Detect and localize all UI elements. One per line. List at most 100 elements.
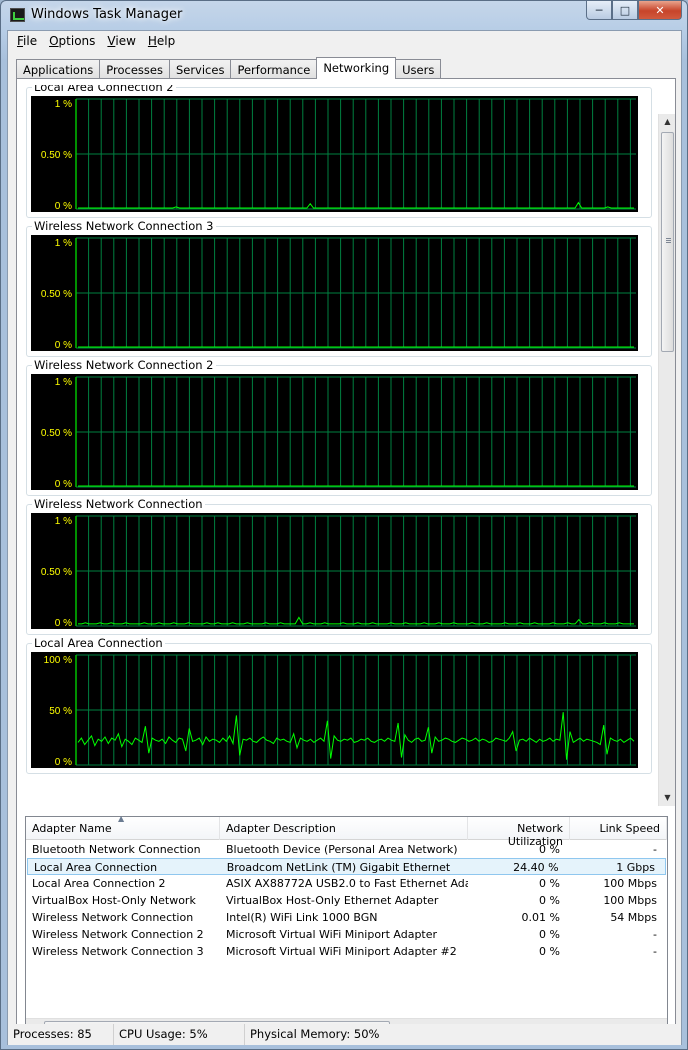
graph-canvas: 1 % 0.50 % 0 % <box>31 513 638 629</box>
cell-name: Wireless Network Connection 3 <box>32 945 204 958</box>
graphs-scroll-thumb[interactable] <box>661 132 674 352</box>
y-tick-label: 1 % <box>55 516 72 527</box>
network-graph-group: Wireless Network Connection 1 % 0.50 % 0 % <box>26 497 652 635</box>
y-tick-label: 0 % <box>55 201 72 212</box>
tab-processes[interactable]: Processes <box>99 59 170 79</box>
network-utilization-chart: 1 % 0.50 % 0 % <box>41 98 636 212</box>
y-tick-label: 100 % <box>44 655 72 666</box>
network-graph-group: Wireless Network Connection 2 1 % 0.50 % 0 … <box>26 358 652 496</box>
utilization-series-line <box>77 712 635 760</box>
minimize-icon: ─ <box>595 3 603 17</box>
cell-description: Microsoft Virtual WiFi Miniport Adapter <box>226 928 438 941</box>
cell-name: Wireless Network Connection <box>32 911 194 924</box>
y-tick-label: 50 % <box>49 706 72 717</box>
cell-name: Bluetooth Network Connection <box>32 843 201 856</box>
cell-name: Wireless Network Connection 2 <box>32 928 204 941</box>
y-tick-label: 0.50 % <box>41 289 72 300</box>
table-row[interactable]: VirtualBox Host-Only Network VirtualBox H… <box>26 892 667 909</box>
tab-strip: Applications Processes Services Performa… <box>16 57 442 79</box>
column-link-speed[interactable]: Link Speed <box>570 817 667 840</box>
scroll-up-arrow-icon[interactable]: ▲ <box>659 114 676 130</box>
menu-view[interactable]: View <box>101 31 141 52</box>
graph-title: Local Area Connection 2 <box>32 85 176 94</box>
network-utilization-chart: 1 % 0.50 % 0 % <box>41 237 636 351</box>
sort-ascending-icon: ▲ <box>118 814 125 823</box>
menu-accelerator: O <box>49 34 59 48</box>
column-network-utilization[interactable]: Network Utilization <box>468 817 570 848</box>
cell-description: Intel(R) WiFi Link 1000 BGN <box>226 911 378 924</box>
minimize-button[interactable]: ─ <box>586 1 612 20</box>
menu-help[interactable]: Help <box>142 31 181 52</box>
grip-line <box>666 242 671 243</box>
maximize-icon: □ <box>619 3 631 17</box>
y-tick-label: 0 % <box>55 618 72 629</box>
cell-utilization: 24.40 % <box>513 861 559 874</box>
menu-bar: File Options View Help <box>8 31 681 52</box>
graph-canvas: 1 % 0.50 % 0 % <box>31 235 638 351</box>
status-processes: Processes: 85 <box>8 1024 114 1045</box>
cell-speed: 54 Mbps <box>610 911 657 924</box>
tab-services[interactable]: Services <box>168 59 232 79</box>
menu-file[interactable]: File <box>11 31 43 52</box>
column-adapter-name[interactable]: ▲ Adapter Name <box>26 814 220 840</box>
cell-speed: - <box>653 928 657 941</box>
menu-label: ptions <box>58 34 96 48</box>
utilization-series-line <box>78 201 634 209</box>
menu-label: iew <box>115 34 136 48</box>
y-tick-label: 0 % <box>55 479 72 490</box>
cell-utilization: 0 % <box>539 945 560 958</box>
close-button[interactable]: ✕ <box>638 1 682 20</box>
utilization-series-line <box>78 616 634 625</box>
column-label: Link Speed <box>599 822 660 835</box>
tab-users[interactable]: Users <box>395 59 442 79</box>
graph-title: Wireless Network Connection 2 <box>32 358 216 372</box>
y-tick-label: 0 % <box>55 340 72 351</box>
graph-title: Wireless Network Connection <box>32 497 205 511</box>
status-bar: Processes: 85 CPU Usage: 5% Physical Mem… <box>8 1024 681 1045</box>
tab-applications[interactable]: Applications <box>16 59 101 79</box>
network-graph-group: Local Area Connection 100 % 50 % 0 % <box>26 636 652 774</box>
table-row[interactable]: Local Area Connection Broadcom NetLink (T… <box>27 858 666 875</box>
cell-name: Local Area Connection 2 <box>32 877 166 890</box>
scroll-down-arrow-icon[interactable]: ▼ <box>659 790 676 806</box>
y-tick-label: 1 % <box>55 238 72 249</box>
title-bar[interactable]: Windows Task Manager ─ □ ✕ <box>1 1 687 29</box>
graph-title: Wireless Network Connection 3 <box>32 219 216 233</box>
tab-performance[interactable]: Performance <box>230 59 318 79</box>
menu-options[interactable]: Options <box>43 31 101 52</box>
graph-title: Local Area Connection <box>32 636 165 650</box>
cell-speed: 1 Gbps <box>616 861 655 874</box>
graphs-vertical-scrollbar[interactable]: ▲ ▼ <box>658 114 675 806</box>
y-tick-label: 1 % <box>55 377 72 388</box>
network-utilization-chart: 1 % 0.50 % 0 % <box>41 515 636 629</box>
column-label: Adapter Name <box>32 822 112 835</box>
adapter-list: ▲ Adapter Name Adapter Description Netwo… <box>25 814 668 1036</box>
maximize-button[interactable]: □ <box>612 1 638 20</box>
network-utilization-chart: 100 % 50 % 0 % <box>44 654 636 768</box>
table-row[interactable]: Wireless Network Connection 3 Microsoft V… <box>26 943 667 960</box>
cell-utilization: 0 % <box>539 928 560 941</box>
table-row[interactable]: Wireless Network Connection 2 Microsoft V… <box>26 926 667 943</box>
status-physical-memory: Physical Memory: 50% <box>250 1027 380 1041</box>
adapter-rows: Bluetooth Network Connection Bluetooth De… <box>26 841 667 960</box>
menu-label: ile <box>23 34 38 48</box>
table-row[interactable]: Local Area Connection 2 ASIX AX88772A USB… <box>26 875 667 892</box>
adapter-list-header: ▲ Adapter Name Adapter Description Netwo… <box>26 814 667 848</box>
column-adapter-description[interactable]: Adapter Description <box>220 817 468 840</box>
column-label: Adapter Description <box>226 822 336 835</box>
cell-utilization: 0.01 % <box>521 911 560 924</box>
cell-utilization: 0 % <box>539 877 560 890</box>
menu-accelerator: H <box>147 34 157 48</box>
table-row[interactable]: Bluetooth Network Connection Bluetooth De… <box>26 841 667 858</box>
graph-canvas: 1 % 0.50 % 0 % <box>31 96 638 212</box>
table-row[interactable]: Wireless Network Connection Intel(R) WiFi… <box>26 909 667 926</box>
graph-canvas: 1 % 0.50 % 0 % <box>31 374 638 490</box>
cell-description: ASIX AX88772A USB2.0 to Fast Ethernet Ad… <box>226 877 468 890</box>
y-tick-label: 1 % <box>55 99 72 110</box>
close-icon: ✕ <box>655 3 665 17</box>
network-graph-group: Local Area Connection 2 1 % 0.50 % 0 % <box>26 85 652 218</box>
tab-networking[interactable]: Networking <box>316 57 397 79</box>
network-graphs[interactable]: Local Area Connection 21 % 0.50 % 0 % Wirel… <box>26 85 652 813</box>
window-title: Windows Task Manager <box>31 7 183 22</box>
y-tick-label: 0.50 % <box>41 150 72 161</box>
